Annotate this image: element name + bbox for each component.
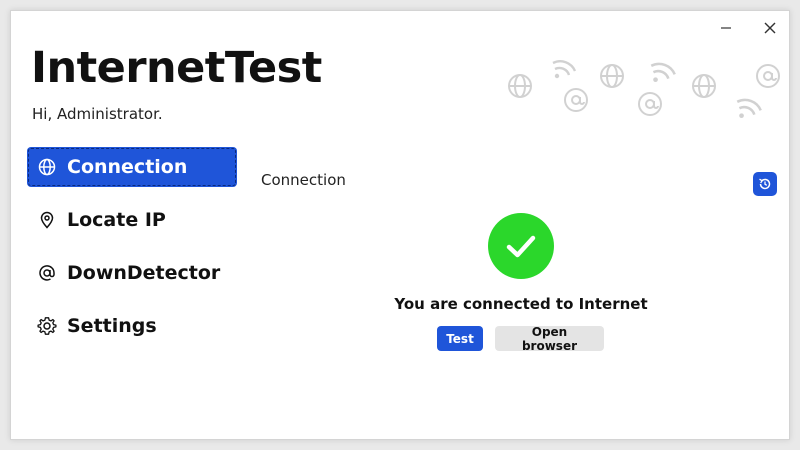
- close-icon: [764, 22, 776, 34]
- history-button[interactable]: [753, 172, 777, 196]
- action-buttons: Test Open browser: [437, 325, 604, 353]
- nav-item-label: Locate IP: [67, 209, 166, 231]
- decorative-wifi-icon: [736, 98, 762, 119]
- window-controls: [715, 17, 781, 39]
- sidebar-nav: Connection Locate IP DownDetector Settin…: [27, 147, 237, 359]
- decorative-wifi-icon: [552, 60, 577, 79]
- at-icon: [37, 263, 57, 283]
- history-icon: [759, 178, 771, 190]
- greeting-text: Hi, Administrator.: [32, 105, 163, 123]
- nav-item-downdetector[interactable]: DownDetector: [27, 253, 237, 293]
- nav-item-locate-ip[interactable]: Locate IP: [27, 200, 237, 240]
- nav-item-label: DownDetector: [67, 262, 221, 284]
- gear-icon: [37, 316, 57, 336]
- map-pin-icon: [37, 210, 57, 230]
- section-title: Connection: [261, 171, 346, 189]
- decorative-at-icon: [638, 92, 662, 116]
- globe-icon: [37, 157, 57, 177]
- decorative-wifi-icon: [650, 62, 676, 83]
- status-message: You are connected to Internet: [394, 295, 648, 313]
- connected-status-indicator: [488, 213, 554, 279]
- decorative-globe-icon: [600, 64, 624, 88]
- nav-item-label: Settings: [67, 315, 157, 337]
- decorative-globe-icon: [508, 74, 532, 98]
- minimize-icon: [721, 27, 731, 29]
- minimize-button[interactable]: [715, 17, 737, 39]
- check-icon: [506, 235, 536, 258]
- app-window: InternetTest Hi, Administrator. Connecti…: [10, 10, 790, 440]
- nav-item-connection[interactable]: Connection: [27, 147, 237, 187]
- nav-item-settings[interactable]: Settings: [27, 306, 237, 346]
- nav-item-label: Connection: [67, 156, 188, 178]
- close-button[interactable]: [759, 17, 781, 39]
- decorative-globe-icon: [692, 74, 716, 98]
- decorative-at-icon: [756, 64, 780, 88]
- test-button[interactable]: Test: [437, 326, 483, 351]
- app-title: InternetTest: [31, 43, 322, 93]
- decorative-at-icon: [564, 88, 588, 112]
- open-browser-button[interactable]: Open browser: [495, 325, 604, 353]
